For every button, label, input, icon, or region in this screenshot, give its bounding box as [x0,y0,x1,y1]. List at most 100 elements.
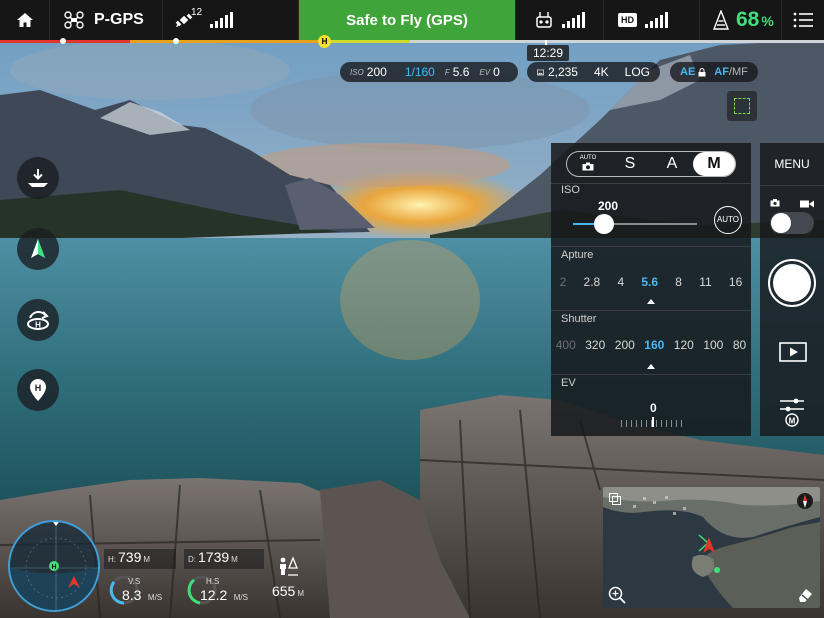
satellite-map [603,487,820,608]
aperture-option[interactable]: 11 [699,275,711,289]
flight-mode-indicator[interactable]: P-GPS [50,0,163,40]
top-status-bar: P-GPS 12 Safe to Fly (GPS) HD 68 % [0,0,824,40]
mf-mode-button[interactable]: MF [732,66,748,78]
image-icon [537,69,544,75]
iso-value: 200 [366,65,387,79]
aperture-value: 5.6 [452,65,470,79]
photo-video-toggle[interactable] [770,212,814,234]
main-menu-button[interactable] [782,0,824,40]
camera-control-column: MENU M [760,143,824,436]
vertical-speed-readout: V.S 8.3 M/S [108,571,162,609]
focus-frame-toggle[interactable] [727,91,757,121]
return-home-icon: H [27,311,49,330]
svg-text:H: H [35,321,41,330]
zoom-in-icon[interactable] [608,586,626,604]
flight-time-remaining: 12:29 [527,45,569,61]
shutter-button[interactable] [768,259,816,307]
shutter-option[interactable]: 120 [674,338,694,352]
mode-s-button[interactable]: S [609,152,651,176]
aperture-selected-caret [647,299,655,304]
drone-icon [64,11,84,29]
return-to-home-button[interactable]: H [17,299,59,341]
color-profile: LOG [624,65,650,79]
list-menu-icon [793,12,813,28]
home-icon [16,13,33,27]
camera-settings-sliders-icon[interactable]: M [778,396,806,430]
mode-a-button[interactable]: A [651,152,693,176]
home-button[interactable] [0,0,50,40]
mini-map[interactable] [603,487,820,608]
aperture-option[interactable]: 2 [560,275,567,289]
shutter-value-list[interactable]: 400 320 200 160 120 100 80 [551,338,751,352]
shutter-option[interactable]: 100 [703,338,723,352]
ae-af-bar[interactable]: AE AF / MF [670,62,758,82]
map-home-point [714,567,720,573]
aperture-value-list[interactable]: 2 2.8 4 5.6 8 11 16 [551,275,751,289]
photos-remaining: 2,235 [547,65,578,79]
ae-lock-button[interactable]: AE [680,66,695,78]
camera-menu-button[interactable]: MENU [760,157,824,171]
shutter-option[interactable]: 400 [556,338,576,352]
horizontal-speed-readout: H.S 12.2 M/S [186,571,248,609]
compass-icon[interactable] [796,492,814,510]
eraser-icon[interactable] [796,586,814,604]
home-point-button[interactable]: H [17,369,59,411]
navigation-arrow-icon [31,239,45,258]
auto-takeoff-button[interactable] [17,157,59,199]
storage-params-bar[interactable]: 2,235 4K LOG [527,62,660,82]
intelligent-flight-button[interactable] [17,228,59,270]
photo-mode-icon [770,199,780,207]
lock-icon [698,67,706,76]
remote-controller-icon [536,12,552,28]
remote-signal-status[interactable] [516,0,604,40]
ev-indicator [652,417,654,427]
height-readout: H: 739 M [104,549,176,569]
video-mode-icon [800,200,814,208]
iso-section-label: ISO [561,184,580,196]
radar-home-label: H [51,564,56,571]
shutter-option[interactable]: 320 [585,338,605,352]
camera-settings-panel: AUTO S A M ISO 200 AUTO Apture 2 2.8 4 5.6 8… [551,143,751,436]
video-link-status[interactable]: HD [604,0,700,40]
distance-readout: D: 1739 M [184,549,264,569]
shutter-option[interactable]: 200 [615,338,635,352]
flight-status-banner[interactable]: Safe to Fly (GPS) [299,0,516,40]
iso-slider-track[interactable] [573,223,697,225]
gps-status[interactable]: 12 [163,0,299,40]
battery-percentage: 68% [736,8,774,31]
remote-signal-bars [562,12,585,28]
exposure-mode-selector[interactable]: AUTO S A M [566,151,736,177]
shutter-section-label: Shutter [561,313,597,325]
shutter-option[interactable]: 160 [644,338,664,352]
aperture-option[interactable]: 8 [675,275,682,289]
camera-icon [582,162,594,171]
iso-slider-handle[interactable] [594,214,614,234]
svg-text:M: M [789,416,796,425]
iso-slider-value: 200 [598,199,619,213]
mode-auto-button[interactable]: AUTO [567,152,609,176]
video-signal-bars [645,12,668,28]
shutter-option[interactable]: 80 [733,338,746,352]
person-altitude-icon [280,556,298,576]
resolution-value: 4K [593,65,609,79]
aperture-option[interactable]: 2.8 [584,275,601,289]
map-pin-home-icon: H [30,379,46,401]
battery-status[interactable]: 68% [700,0,782,40]
ev-slider-value: 0 [650,401,657,415]
takeoff-land-icon [28,169,48,187]
ev-value: 0 [493,65,500,79]
gps-signal-bars [210,12,234,28]
mode-m-button[interactable]: M [693,152,735,176]
exposure-params-bar[interactable]: ISO 200 1/160 F 5.6 EV 0 [340,62,518,82]
satellite-count: 12 [191,6,203,18]
playback-icon[interactable] [779,342,807,362]
aperture-option[interactable]: 16 [729,275,742,289]
attitude-radar[interactable]: H [8,520,100,612]
iso-auto-button[interactable]: AUTO [714,206,742,234]
hd-badge: HD [618,13,637,27]
home-point-marker: H [318,35,331,48]
aperture-option[interactable]: 4 [617,275,624,289]
af-mode-button[interactable]: AF [714,66,729,78]
aperture-option[interactable]: 5.6 [641,275,658,289]
map-layers-icon[interactable] [609,493,621,505]
